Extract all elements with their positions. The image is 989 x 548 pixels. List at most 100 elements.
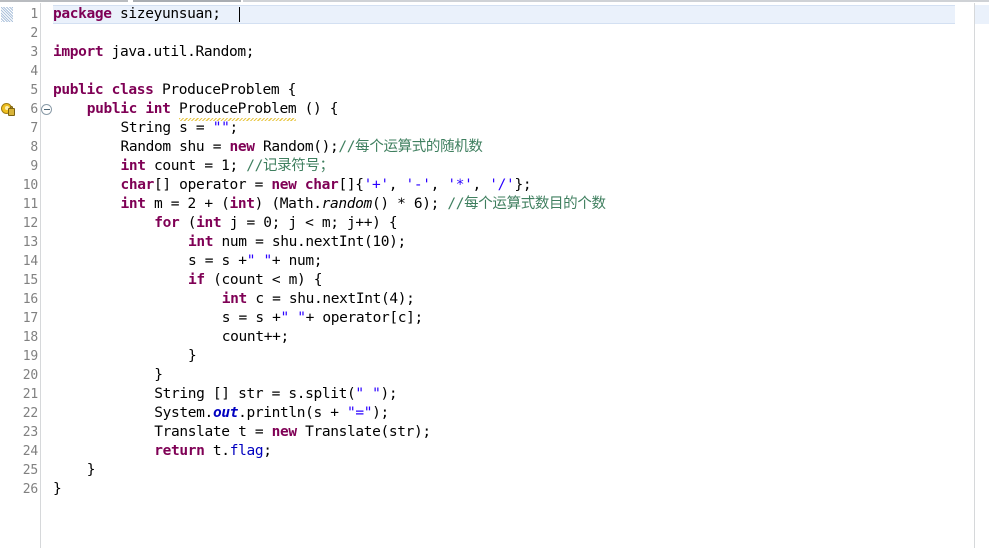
code-line[interactable]: if (count < m) { — [188, 271, 322, 290]
line-number-ruler: 1 2 3 4 5 6 7 8 9 10 11 12 13 14 15 16 17 18 19 20 21 22 23 24 2… — [16, 3, 40, 548]
code-line[interactable]: int num = shu.nextInt(10); — [188, 233, 406, 252]
code-token: import — [53, 44, 104, 60]
chrome-segment-left — [0, 0, 128, 2]
overview-ruler[interactable] — [974, 3, 989, 548]
code-token: System. — [154, 405, 213, 421]
code-line[interactable]: int count = 1; //记录符号； — [120, 157, 335, 176]
code-token: '-' — [405, 177, 431, 193]
code-line[interactable]: } — [154, 366, 163, 385]
code-token: int — [229, 196, 255, 212]
code-line[interactable]: s = s +" "+ num; — [188, 252, 322, 271]
code-line[interactable]: String s = ""; — [121, 119, 239, 138]
line-number: 15 — [22, 273, 38, 288]
code-token: '/' — [489, 177, 515, 193]
code-token: char — [120, 177, 155, 193]
code-token: } — [53, 481, 62, 497]
collapse-minus-icon[interactable] — [41, 104, 52, 115]
code-editor[interactable]: 1 2 3 4 5 6 7 8 9 10 11 12 13 14 15 16 17 18 19 20 21 22 23 24 2… — [0, 0, 989, 548]
code-token: ); — [372, 405, 389, 421]
line-number: 10 — [22, 178, 38, 193]
code-token: ); — [380, 386, 398, 402]
code-line[interactable]: public class ProduceProblem { — [53, 81, 296, 100]
line-number: 22 — [22, 406, 38, 421]
code-line[interactable]: return t.flag; — [154, 442, 272, 461]
code-line[interactable]: import java.util.Random; — [53, 43, 254, 62]
code-line[interactable]: String [] str = s.split(" "); — [154, 385, 397, 404]
code-line[interactable]: public int ProduceProblem () { — [87, 100, 339, 121]
code-token: int — [221, 291, 247, 307]
code-line[interactable]: s = s +" "+ operator[c]; — [222, 309, 423, 328]
code-token: ; — [229, 120, 238, 136]
code-line[interactable]: package sizeyunsuan; — [53, 5, 221, 24]
line-number: 24 — [22, 444, 38, 459]
code-line[interactable]: count++; — [222, 328, 289, 347]
text-caret — [238, 7, 240, 22]
code-token: new — [271, 177, 297, 193]
chrome-segment-right — [243, 0, 989, 2]
code-token: int — [120, 158, 146, 174]
code-line[interactable]: char[] operator = new char[]{'+', '-', '… — [121, 176, 532, 195]
code-line[interactable]: int m = 2 + (int) (Math.random() * 6); /… — [121, 195, 606, 214]
code-line[interactable]: for (int j = 0; j < m; j++) { — [154, 214, 397, 233]
code-token: int — [188, 234, 214, 250]
line-number: 23 — [22, 425, 38, 440]
code-token: java.util.Random; — [103, 44, 255, 60]
code-token: " " — [246, 253, 272, 269]
code-canvas[interactable]: package sizeyunsuan; import java.util.Ran… — [53, 3, 955, 548]
code-token: } — [86, 462, 96, 478]
code-token: ; — [263, 443, 272, 459]
code-line[interactable]: } — [188, 347, 197, 366]
code-token: '+' — [363, 177, 389, 193]
code-token: Translate t = — [154, 424, 272, 440]
line-number: 25 — [22, 463, 38, 478]
code-token: return — [154, 443, 205, 459]
code-line[interactable]: System.out.println(s + "="); — [154, 404, 389, 423]
code-line[interactable]: } — [53, 480, 62, 499]
code-token: count = 1; — [145, 158, 247, 174]
code-token: sizeyunsuan; — [111, 6, 221, 22]
line-number: 1 — [30, 7, 38, 22]
line-number: 11 — [22, 197, 38, 212]
line-number: 14 — [22, 254, 38, 269]
line-number: 4 — [30, 64, 38, 79]
code-token: s = s + — [188, 253, 247, 269]
editor-gutter[interactable]: 1 2 3 4 5 6 7 8 9 10 11 12 13 14 15 16 17 18 19 20 21 22 23 24 2… — [0, 3, 40, 548]
code-token: " " — [280, 310, 306, 326]
code-token: s = s + — [221, 310, 281, 326]
annotation-ruler[interactable] — [0, 3, 16, 548]
code-token: t. — [204, 443, 230, 459]
code-token: ) (Math. — [254, 196, 322, 212]
code-token: int — [120, 196, 146, 212]
code-line[interactable]: Translate t = new Translate(str); — [154, 423, 431, 442]
code-token: " " — [355, 386, 381, 402]
code-token: }; — [514, 177, 532, 193]
line-number: 20 — [22, 368, 38, 383]
code-line[interactable]: } — [86, 461, 96, 480]
code-token: m = 2 + ( — [145, 196, 230, 212]
line-number: 19 — [22, 349, 38, 364]
code-token: + operator[c]; — [305, 310, 424, 326]
code-token: num = shu.nextInt(10); — [213, 234, 407, 250]
code-token: () * 6); — [371, 196, 448, 212]
line-number: 13 — [22, 235, 38, 250]
line-number: 9 — [30, 159, 38, 174]
line-number: 26 — [22, 482, 38, 497]
code-token: flag — [229, 443, 264, 459]
code-token: c = shu.nextInt(4); — [246, 291, 415, 307]
code-token: , — [472, 177, 490, 193]
folding-ruler[interactable] — [41, 3, 53, 548]
line-number: 21 — [22, 387, 38, 402]
warning-lock-icon[interactable] — [1, 103, 15, 117]
code-token: package — [53, 6, 112, 22]
code-token: Translate(str); — [296, 424, 431, 440]
code-token: '*' — [447, 177, 473, 193]
code-line[interactable]: int c = shu.nextInt(4); — [222, 290, 415, 309]
code-line[interactable]: Random shu = new Random();//每个运算式的随机数 — [121, 138, 483, 157]
code-token: new — [271, 424, 297, 440]
line-number: 7 — [30, 121, 38, 136]
code-token: Random(); — [254, 139, 339, 155]
code-token: //记录符号； — [246, 158, 334, 174]
code-token: .println(s + — [238, 405, 348, 421]
